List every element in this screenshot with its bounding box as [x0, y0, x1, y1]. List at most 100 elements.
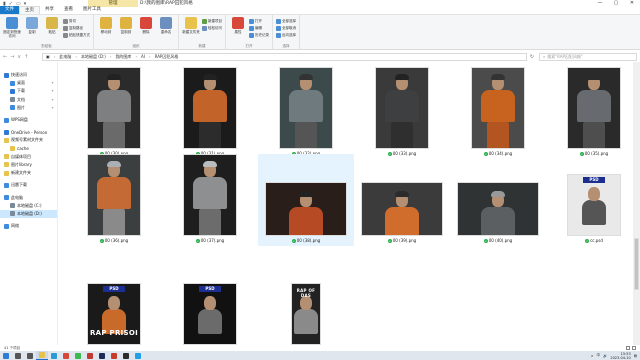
ribbon-tab-4[interactable]: 图片工具: [78, 6, 106, 14]
tray-icon-2[interactable]: 🔊: [603, 354, 607, 358]
nav-item-6[interactable]: WPS网盘: [0, 116, 57, 124]
pin-icon: ✦: [51, 105, 54, 110]
ribbon-small-button-0-1[interactable]: 复制路径: [63, 25, 90, 31]
file-explorer-icon[interactable]: [36, 351, 48, 360]
notification-icon[interactable]: ▤: [634, 354, 637, 358]
file-tile[interactable]: PSD✓apsi.psd: [162, 263, 258, 355]
nav-item-11[interactable]: 自媒体项目: [0, 153, 57, 161]
file-tile[interactable]: ✓ 00 (39).png: [354, 154, 450, 246]
file-name-text: 00 (40).png: [488, 238, 513, 243]
nav-item-12[interactable]: 图片library: [0, 161, 57, 169]
file-tile[interactable]: ✓ 00 (37).png: [162, 154, 258, 246]
ribbon-group-name: 新建: [198, 44, 206, 48]
windows-start-icon[interactable]: [0, 351, 12, 360]
file-name: ✓ 00 (37).png: [162, 238, 258, 243]
search-taskbar-icon-glyph: [15, 352, 21, 359]
ribbon-small-button-4-0[interactable]: 全部选择: [276, 18, 296, 24]
ribbon-tab-3[interactable]: 查看: [59, 6, 78, 14]
forward-icon[interactable]: →: [10, 54, 14, 60]
tray-icon-1[interactable]: 中: [596, 353, 600, 358]
close-button[interactable]: ✕: [624, 0, 640, 7]
ribbon-small-button-2-1[interactable]: 轻松访问: [202, 25, 222, 31]
ribbon-button-icon: [276, 32, 281, 38]
nav-item-0[interactable]: 快速访问: [0, 71, 57, 79]
nav-item-13[interactable]: 新建文件夹: [0, 169, 57, 177]
file-tile[interactable]: RAP OF DAS✓未标题-1.psd: [258, 263, 354, 355]
nav-item-1[interactable]: 桌面 ✦: [0, 79, 57, 87]
large-icons-view-icon[interactable]: [632, 346, 636, 350]
nav-item-15[interactable]: 迅雷下载: [0, 181, 57, 189]
search-taskbar-icon[interactable]: [12, 351, 24, 360]
ribbon-small-button-4-2[interactable]: 反向选择: [276, 32, 296, 38]
file-name-text: 00 (39).png: [392, 238, 417, 243]
wechat-icon[interactable]: [72, 351, 84, 360]
ribbon-small-button-3-1[interactable]: 编辑: [249, 25, 269, 31]
ribbon-button-label: 复制路径: [69, 25, 83, 30]
netease-music-icon[interactable]: [84, 351, 96, 360]
breadcrumb-item[interactable]: 本地磁盘 (D:): [81, 54, 106, 60]
ribbon-small-button-2-0[interactable]: 新建项目: [202, 18, 222, 24]
address-bar[interactable]: ▣ › 此电脑 › 本地磁盘 (D:) › 我的图库 › AI › RAP囚犯风格: [42, 52, 527, 61]
file-tile[interactable]: ✓ 00 (38).png: [258, 154, 354, 246]
file-name-text: 00 (38).png: [296, 238, 321, 243]
minimize-button[interactable]: —: [592, 0, 608, 7]
sync-check-icon: ✓: [195, 238, 200, 243]
ribbon-small-button-0-2[interactable]: 粘贴快捷方式: [63, 32, 90, 38]
chrome-icon[interactable]: [60, 351, 72, 360]
file-tile[interactable]: ✓00 (30).png: [66, 67, 162, 159]
nav-item-8[interactable]: OneDrive - Person: [0, 128, 57, 136]
details-view-icon[interactable]: [626, 346, 630, 350]
refresh-icon[interactable]: ↻: [527, 54, 537, 60]
breadcrumb-item[interactable]: AI: [141, 54, 145, 59]
nav-item-17[interactable]: 此电脑: [0, 193, 57, 201]
wps-icon[interactable]: [108, 351, 120, 360]
nav-item-19[interactable]: 本地磁盘 (D:): [0, 209, 57, 218]
vertical-scrollbar[interactable]: [633, 62, 640, 345]
file-tile[interactable]: ✓ 00 (40).png: [450, 154, 546, 246]
ribbon-small-button-3-2[interactable]: 历史记录: [249, 32, 269, 38]
breadcrumb-item[interactable]: RAP囚犯风格: [155, 54, 179, 60]
ribbon-tab-0[interactable]: 文件: [0, 6, 19, 14]
ribbon-small-button-0-0[interactable]: 剪切: [63, 18, 90, 24]
maximize-button[interactable]: ▢: [608, 0, 624, 7]
nav-item-2[interactable]: 下载 ✦: [0, 87, 57, 95]
up-icon[interactable]: ↑: [24, 54, 28, 60]
breadcrumb-item[interactable]: 我的图库: [115, 54, 131, 60]
photoshop-icon[interactable]: [96, 351, 108, 360]
nav-item-3[interactable]: 文档 ✦: [0, 96, 57, 104]
sync-check-icon: ✓: [291, 238, 296, 243]
nav-item-9[interactable]: 视频号素材文件夹: [0, 136, 57, 144]
nav-item-18[interactable]: 本地磁盘 (C:): [0, 202, 57, 210]
navigation-pane: 快速访问 桌面 ✦ 下载 ✦ 文档 ✦ 图片 ✦ WPS网盘 OneDrive - Person 视频…: [0, 62, 58, 345]
ribbon-small-button-4-1[interactable]: 全部取消: [276, 25, 296, 31]
scrollbar-thumb[interactable]: [634, 238, 639, 290]
task-view-icon[interactable]: [24, 351, 36, 360]
file-tile[interactable]: ✓ 00 (34).png: [450, 67, 546, 159]
file-tile[interactable]: ✓ 00 (35).png: [546, 67, 640, 159]
ribbon-tab-1[interactable]: 主页: [19, 6, 40, 14]
back-icon[interactable]: ←: [3, 54, 7, 60]
file-tile[interactable]: ✓00 (31).png: [162, 67, 258, 159]
image-thumbnail: [361, 182, 443, 236]
edge-icon[interactable]: [48, 351, 60, 360]
nav-item-4[interactable]: 图片 ✦: [0, 104, 57, 112]
photo-hair: [203, 74, 217, 80]
file-tile[interactable]: ✓ 00 (36).png: [66, 154, 162, 246]
video-app-icon[interactable]: [120, 351, 132, 360]
file-tile[interactable]: ✓00 (32).png: [258, 67, 354, 159]
file-tile[interactable]: ✓ 00 (33).png: [354, 67, 450, 159]
clock[interactable]: 15:53 2023-04-10: [610, 352, 630, 360]
address-bar-row: ← → ∨ ↑ ▣ › 此电脑 › 本地磁盘 (D:) › 我的图库 › AI › RAP囚犯风格 …: [0, 51, 640, 62]
search-input[interactable]: ⌕ 搜索"RAP囚犯风格": [539, 52, 637, 61]
recent-locations-icon[interactable]: ∨: [17, 54, 21, 60]
qq-icon[interactable]: [132, 351, 144, 360]
breadcrumb-item[interactable]: 此电脑: [59, 54, 71, 60]
nav-item-10[interactable]: cache: [0, 145, 57, 153]
file-tile[interactable]: PSD ✓ cc.psd: [546, 154, 640, 246]
ribbon-small-button-3-0[interactable]: 打开: [249, 18, 269, 24]
ribbon-tab-2[interactable]: 共享: [40, 6, 59, 14]
file-tile[interactable]: PSDRAP PRISOI✓cbz.psd: [66, 263, 162, 355]
pc-icon: ▣: [46, 54, 50, 59]
tray-icon-0[interactable]: ∧: [591, 354, 594, 358]
nav-item-21[interactable]: 网络: [0, 222, 57, 230]
